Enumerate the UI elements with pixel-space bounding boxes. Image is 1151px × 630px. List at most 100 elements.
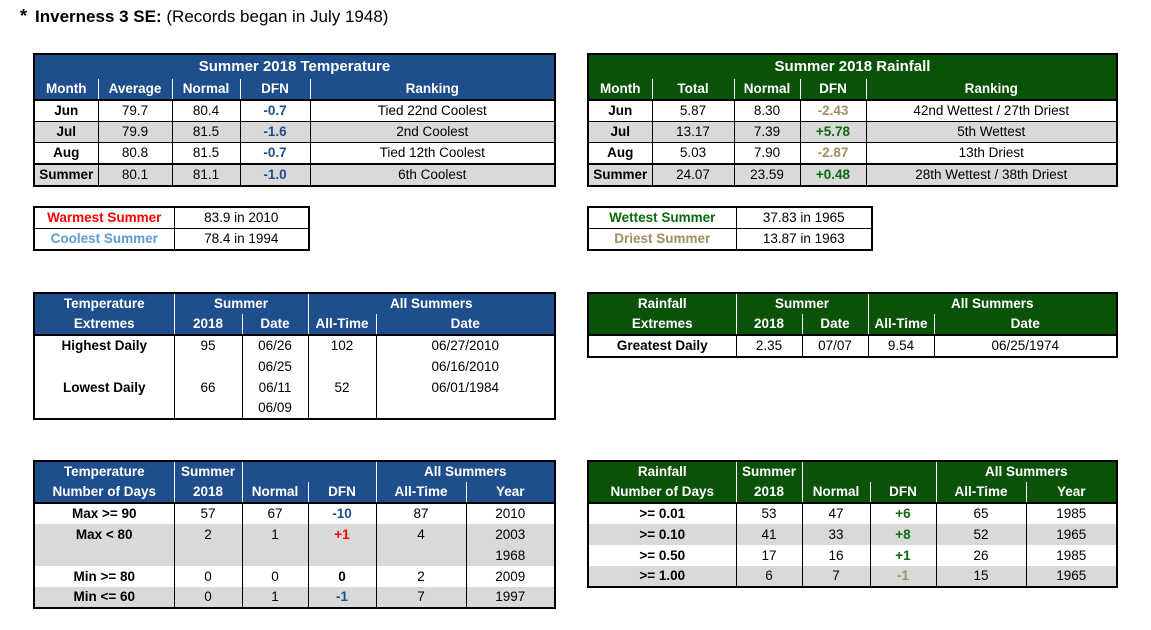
all-time-cell: 52 — [307, 377, 376, 398]
page-title: * Inverness 3 SE: (Records began in July … — [20, 6, 388, 27]
col-header: Temperature — [34, 461, 174, 482]
total-cell: 13.17 — [651, 121, 734, 143]
table-row: >= 1.00 6 7 -1 15 1965 — [588, 566, 1117, 587]
value-cell: 6 — [735, 566, 802, 587]
ranking-cell: 42nd Wettest / 27th Driest — [865, 99, 1117, 122]
row-label: >= 1.00 — [588, 566, 736, 587]
col-header-all-summers: All Summers — [935, 461, 1117, 482]
date-cell: 06/26 — [241, 334, 308, 356]
month-cell: Jun — [588, 99, 652, 122]
col-header: DFN — [239, 79, 310, 100]
average-cell: 80.8 — [97, 142, 172, 164]
table-row: Max >= 90 57 67 -10 87 2010 — [34, 502, 555, 524]
col-header: 2018 — [173, 314, 242, 335]
average-cell: 79.7 — [97, 99, 172, 122]
year-cell: 2003 — [465, 524, 555, 545]
ranking-cell: 2nd Coolest — [309, 121, 555, 143]
col-header-all-summers: All Summers — [307, 293, 555, 314]
month-cell: Jul — [34, 121, 98, 143]
year-cell: 1968 — [465, 545, 555, 566]
col-header: Extremes — [34, 314, 174, 335]
date-cell: 06/11 — [241, 377, 308, 398]
all-time-date-cell: 06/16/2010 — [375, 356, 555, 377]
col-header: Temperature — [34, 293, 174, 314]
value-cell: 53 — [735, 502, 802, 524]
normal-cell: 33 — [801, 524, 870, 545]
table-row: 06/25 06/16/2010 — [34, 356, 555, 377]
month-cell: Summer — [34, 163, 98, 186]
col-header: Date — [241, 314, 308, 335]
all-time-date-cell: 06/27/2010 — [375, 334, 555, 356]
normal-cell: 1 — [241, 587, 308, 608]
col-header: Ranking — [309, 79, 555, 100]
table-row: 1968 — [34, 545, 555, 566]
col-header: DFN — [799, 79, 866, 100]
col-header: Month — [588, 79, 652, 100]
row-label: >= 0.01 — [588, 502, 736, 524]
coolest-summer-value: 78.4 in 1994 — [173, 228, 310, 251]
wettest-summer-value: 37.83 in 1965 — [735, 206, 873, 229]
table-row: >= 0.50 17 16 +1 26 1985 — [588, 545, 1117, 566]
col-header: All-Time — [867, 314, 934, 335]
year-cell: 1985 — [1025, 545, 1117, 566]
value-cell: 0 — [173, 587, 242, 608]
dfn-cell: -1.6 — [239, 121, 310, 143]
dfn-cell: -0.7 — [239, 99, 310, 122]
temperature-summary-table: Summer 2018 Temperature Month Average No… — [33, 53, 556, 187]
table-row: Summer 24.07 23.59 +0.48 28th Wettest / … — [588, 163, 1117, 186]
total-cell: 24.07 — [651, 163, 734, 186]
row-label: Greatest Daily — [588, 334, 736, 357]
dfn-cell: -0.7 — [239, 142, 310, 164]
year-cell: 2009 — [465, 566, 555, 587]
month-cell: Summer — [588, 163, 652, 186]
normal-cell: 0 — [241, 566, 308, 587]
date-cell: 06/25 — [241, 356, 308, 377]
all-time-cell: 87 — [375, 502, 466, 524]
dfn-cell: 0 — [307, 566, 376, 587]
table-row: Lowest Daily 66 06/11 52 06/01/1984 — [34, 377, 555, 398]
row-label: >= 0.10 — [588, 524, 736, 545]
all-time-cell: 26 — [935, 545, 1026, 566]
table-title: Summer 2018 Rainfall — [588, 54, 1117, 79]
month-cell: Jun — [34, 99, 98, 122]
col-header: Date — [801, 314, 868, 335]
col-header: Ranking — [865, 79, 1117, 100]
table-row: Highest Daily 95 06/26 102 06/27/2010 — [34, 334, 555, 356]
col-header: Rainfall — [588, 293, 736, 314]
records-note: (Records began in July 1948) — [166, 7, 389, 26]
col-header: Number of Days — [588, 482, 736, 503]
table-title: Summer 2018 Temperature — [34, 54, 555, 79]
warmest-summer-label: Warmest Summer — [33, 206, 175, 229]
dfn-cell: -1.0 — [239, 163, 310, 186]
col-header: Month — [34, 79, 98, 100]
warmest-summer-value: 83.9 in 2010 — [173, 206, 310, 229]
row-label: Max < 80 — [34, 524, 174, 545]
temperature-records-table: Warmest Summer 83.9 in 2010 Coolest Summ… — [33, 206, 310, 251]
col-header: 2018 — [173, 482, 242, 503]
coolest-summer-label: Coolest Summer — [33, 228, 175, 251]
value-cell: 41 — [735, 524, 802, 545]
ranking-cell: 28th Wettest / 38th Driest — [865, 163, 1117, 186]
row-label: >= 0.50 — [588, 545, 736, 566]
table-row: >= 0.10 41 33 +8 52 1965 — [588, 524, 1117, 545]
col-header: DFN — [869, 482, 936, 503]
normal-cell: 81.1 — [171, 163, 240, 186]
date-cell: 07/07 — [801, 334, 868, 357]
normal-cell: 47 — [801, 502, 870, 524]
row-label: Highest Daily — [34, 334, 174, 356]
value-cell: 57 — [173, 502, 242, 524]
ranking-cell: 5th Wettest — [865, 121, 1117, 143]
col-header: Normal — [801, 482, 870, 503]
date-cell: 06/09 — [241, 398, 308, 419]
ranking-cell: Tied 22nd Coolest — [309, 99, 555, 122]
col-header: Summer — [173, 461, 242, 482]
all-time-cell: 2 — [375, 566, 466, 587]
dfn-cell: +8 — [869, 524, 936, 545]
temperature-days-table: Temperature Summer All Summers Number of… — [33, 460, 556, 609]
col-header: Date — [933, 314, 1117, 335]
col-header-all-summers: All Summers — [375, 461, 555, 482]
table-row: Min <= 60 0 1 -1 7 1997 — [34, 587, 555, 608]
driest-summer-value: 13.87 in 1963 — [735, 228, 873, 251]
normal-cell: 8.30 — [733, 99, 800, 122]
col-header: All-Time — [307, 314, 376, 335]
